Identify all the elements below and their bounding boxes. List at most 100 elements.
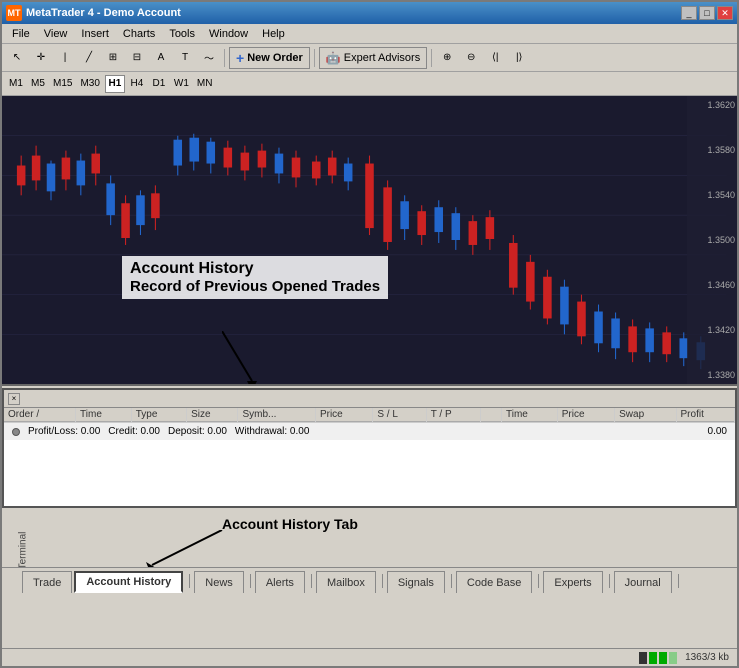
price-label-2: 1.3580 — [689, 145, 735, 155]
tab-separator-7 — [609, 574, 610, 588]
col-profit: Profit — [676, 408, 734, 422]
window-title: MetaTrader 4 - Demo Account — [26, 7, 181, 19]
timeframe-m1[interactable]: M1 — [6, 75, 26, 93]
menu-file[interactable]: File — [6, 26, 36, 42]
separator-1 — [224, 49, 225, 67]
tab-separator-3 — [311, 574, 312, 588]
title-bar-left: MT MetaTrader 4 - Demo Account — [6, 5, 181, 21]
price-label-4: 1.3500 — [689, 235, 735, 245]
terminal-side-label: Terminal — [17, 532, 28, 570]
separator-3 — [431, 49, 432, 67]
bar2 — [649, 652, 657, 664]
price-label-1: 1.3620 — [689, 100, 735, 110]
tab-news[interactable]: News — [194, 571, 244, 593]
table-header-row: Order / Time Type Size Symb... Price S /… — [4, 408, 735, 422]
status-indicator — [639, 652, 677, 664]
menu-insert[interactable]: Insert — [75, 26, 115, 42]
title-bar: MT MetaTrader 4 - Demo Account _ □ ✕ — [2, 2, 737, 24]
tab-account-history[interactable]: Account History — [74, 571, 183, 593]
bar1 — [639, 652, 647, 664]
col-time: Time — [76, 408, 132, 422]
col-type: Type — [131, 408, 186, 422]
tab-journal[interactable]: Journal — [614, 571, 672, 593]
col-order: Order / — [4, 408, 76, 422]
pnl-dot — [12, 428, 20, 436]
timeframe-m30[interactable]: M30 — [77, 75, 102, 93]
new-order-icon: + — [236, 50, 244, 66]
col-swap: Swap — [615, 408, 676, 422]
menu-bar: File View Insert Charts Tools Window Hel… — [2, 24, 737, 44]
app-logo: MT — [6, 5, 22, 21]
status-bar: 1363/3 kb — [2, 648, 737, 666]
withdrawal-label: Withdrawal: 0.00 — [235, 426, 309, 437]
toolbar-main: ↖ ✛ | ╱ ⊞ ⊟ A T 〜 + New Order 🤖 Expert A… — [2, 44, 737, 72]
timeframe-m5[interactable]: M5 — [28, 75, 48, 93]
pnl-value: 0.00 — [708, 426, 727, 437]
separator-2 — [314, 49, 315, 67]
col-close-price: Price — [557, 408, 614, 422]
terminal-header: × — [4, 390, 735, 408]
status-info: 1363/3 kb — [685, 652, 729, 663]
timeframe-d1[interactable]: D1 — [149, 75, 169, 93]
price-axis: 1.3620 1.3580 1.3540 1.3500 1.3460 1.342… — [687, 96, 737, 384]
menu-help[interactable]: Help — [256, 26, 291, 42]
candlestick-chart — [2, 96, 737, 384]
timeframe-h4[interactable]: H4 — [127, 75, 147, 93]
terminal-panel: × Order / Time Type Size Symb... Price S… — [2, 388, 737, 508]
tab-separator-8 — [678, 574, 679, 588]
toolbar-timeframes: M1 M5 M15 M30 H1 H4 D1 W1 MN — [2, 72, 737, 96]
price-label-5: 1.3460 — [689, 280, 735, 290]
timeframe-h1[interactable]: H1 — [105, 75, 125, 93]
col-sl: S / L — [373, 408, 426, 422]
bottom-annotation-arrow — [132, 530, 232, 570]
tab-mailbox[interactable]: Mailbox — [316, 571, 376, 593]
bottom-area: Account History Tab Terminal Trade Accou… — [2, 508, 737, 593]
zoom-out-button[interactable]: ⊖ — [460, 47, 482, 69]
text-tool[interactable]: A — [150, 47, 172, 69]
menu-tools[interactable]: Tools — [163, 26, 201, 42]
tab-experts[interactable]: Experts — [543, 571, 602, 593]
tab-alerts[interactable]: Alerts — [255, 571, 305, 593]
arrow-tool[interactable]: ↖ — [6, 47, 28, 69]
tab-separator-4 — [382, 574, 383, 588]
maximize-button[interactable]: □ — [699, 6, 715, 20]
menu-view[interactable]: View — [38, 26, 74, 42]
scroll-right-button[interactable]: |⟩ — [508, 47, 530, 69]
period-tool[interactable]: ⊞ — [102, 47, 124, 69]
close-button[interactable]: ✕ — [717, 6, 733, 20]
line-tool[interactable]: | — [54, 47, 76, 69]
new-order-button[interactable]: + New Order — [229, 47, 310, 69]
timeframe-mn[interactable]: MN — [194, 75, 216, 93]
tab-signals[interactable]: Signals — [387, 571, 445, 593]
chart-area[interactable]: Account History Record of Previous Opene… — [2, 96, 737, 386]
tab-separator-1 — [189, 574, 190, 588]
window-controls: _ □ ✕ — [681, 6, 733, 20]
wave-tool[interactable]: 〜 — [198, 47, 220, 69]
pnl-row: Profit/Loss: 0.00 Credit: 0.00 Deposit: … — [4, 422, 735, 440]
minimize-button[interactable]: _ — [681, 6, 697, 20]
menu-window[interactable]: Window — [203, 26, 254, 42]
col-size: Size — [187, 408, 238, 422]
price-label-7: 1.3380 — [689, 370, 735, 380]
zoom-in-button[interactable]: ⊕ — [436, 47, 458, 69]
scroll-left-button[interactable]: ⟨| — [484, 47, 506, 69]
menu-charts[interactable]: Charts — [117, 26, 161, 42]
col-price: Price — [315, 408, 372, 422]
price-label-3: 1.3540 — [689, 190, 735, 200]
tab-codebase[interactable]: Code Base — [456, 571, 532, 593]
col-symbol: Symb... — [238, 408, 315, 422]
text-cursor-tool[interactable]: T — [174, 47, 196, 69]
tab-trade[interactable]: Trade — [22, 571, 72, 593]
grid-tool[interactable]: ⊟ — [126, 47, 148, 69]
timeframe-w1[interactable]: W1 — [171, 75, 192, 93]
expert-advisors-button[interactable]: 🤖 Expert Advisors — [319, 47, 427, 69]
tab-separator-5 — [451, 574, 452, 588]
main-window: MT MetaTrader 4 - Demo Account _ □ ✕ Fil… — [0, 0, 739, 668]
diagonal-tool[interactable]: ╱ — [78, 47, 100, 69]
bar3 — [659, 652, 667, 664]
col-empty — [480, 408, 501, 422]
crosshair-tool[interactable]: ✛ — [30, 47, 52, 69]
timeframe-m15[interactable]: M15 — [50, 75, 75, 93]
account-history-annotation: Account History Tab — [222, 516, 358, 532]
terminal-close-button[interactable]: × — [8, 393, 20, 405]
